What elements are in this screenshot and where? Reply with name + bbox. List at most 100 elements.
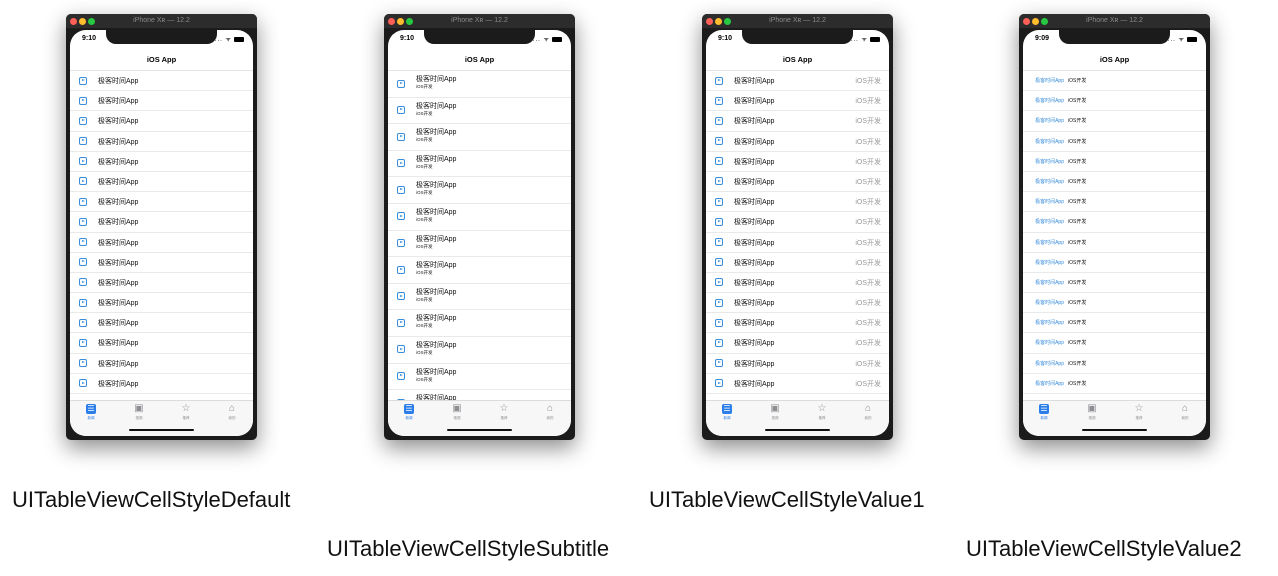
tab-mine[interactable]: ⌂ 我的	[217, 404, 247, 421]
table-row[interactable]: 极客时间App	[70, 152, 253, 172]
table-row[interactable]: 极客时间App iOS开发	[388, 98, 571, 125]
table-row[interactable]: 极客时间App iOS开发	[388, 337, 571, 364]
table-row[interactable]: 极客时间App iOS开发	[388, 177, 571, 204]
table-row[interactable]: 极客时间App iOS开发	[706, 152, 889, 172]
table-view[interactable]: 极客时间App iOS开发 极客时间App iOS开发 极客时间App iOS开…	[1023, 71, 1206, 401]
table-row[interactable]: 极客时间App iOS开发	[1023, 91, 1206, 112]
table-row[interactable]: 极客时间App	[70, 212, 253, 233]
table-row[interactable]: 极客时间App	[70, 132, 253, 152]
tab-news[interactable]: ☰ 新闻	[76, 404, 106, 421]
home-indicator[interactable]	[447, 428, 512, 431]
table-row[interactable]: 极客时间App iOS开发	[1023, 333, 1206, 354]
table-view[interactable]: 极客时间App iOS开发 极客时间App iOS开发 极客时间App iOS开…	[706, 71, 889, 401]
table-row[interactable]: 极客时间App iOS开发	[388, 364, 571, 391]
table-row[interactable]: 极客时间App iOS开发	[388, 204, 571, 231]
table-view[interactable]: 极客时间App iOS开发 极客时间App iOS开发 极客时间App iOS开…	[388, 71, 571, 401]
table-row[interactable]: 极客时间App iOS开发	[1023, 111, 1206, 132]
table-row[interactable]: 极客时间App iOS开发	[706, 132, 889, 152]
simulator-title-bar[interactable]: iPhone Xʀ — 12.2	[66, 14, 257, 28]
table-row[interactable]: 极客时间App	[70, 273, 253, 294]
tab-video[interactable]: ▣ 视频	[124, 404, 154, 421]
tab-video[interactable]: ▣ 视频	[760, 404, 790, 421]
tab-recommend[interactable]: ☆ 推荐	[807, 404, 837, 421]
caption-value2: UITableViewCellStyleValue2	[966, 536, 1242, 561]
notch	[424, 30, 535, 44]
table-row[interactable]: 极客时间App iOS开发	[706, 192, 889, 213]
table-row[interactable]: 极客时间App iOS开发	[706, 91, 889, 112]
table-row[interactable]: 极客时间App iOS开发	[1023, 132, 1206, 152]
cell-title: 极客时间App	[98, 239, 139, 247]
tab-mine[interactable]: ⌂ 我的	[1170, 404, 1200, 421]
table-row[interactable]: 极客时间App	[70, 71, 253, 92]
table-row[interactable]: 极客时间App iOS开发	[388, 71, 571, 98]
table-row[interactable]: 极客时间App iOS开发	[1023, 172, 1206, 193]
nav-title: iOS App	[70, 52, 253, 71]
table-row[interactable]: 极客时间App iOS开发	[388, 151, 571, 178]
caption-default: UITableViewCellStyleDefault	[12, 487, 291, 512]
table-row[interactable]: 极客时间App	[70, 233, 253, 253]
tab-video[interactable]: ▣ 视频	[442, 404, 472, 421]
table-row[interactable]: 极客时间App iOS开发	[1023, 253, 1206, 273]
video-icon	[79, 197, 87, 206]
tab-recommend[interactable]: ☆ 推荐	[1124, 404, 1154, 421]
table-row[interactable]: 极客时间App	[70, 192, 253, 213]
table-row[interactable]: 极客时间App iOS开发	[706, 71, 889, 92]
table-row[interactable]: 极客时间App iOS开发	[706, 333, 889, 354]
cell-title: 极客时间App	[98, 199, 139, 207]
table-row[interactable]: 极客时间App iOS开发	[388, 231, 571, 258]
table-row[interactable]: 极客时间App iOS开发	[706, 233, 889, 253]
home-indicator[interactable]	[1082, 428, 1147, 431]
home-indicator[interactable]	[129, 428, 194, 431]
table-row[interactable]: 极客时间App iOS开发	[706, 374, 889, 394]
tab-news[interactable]: ☰ 新闻	[394, 404, 424, 421]
table-row[interactable]: 极客时间App iOS开发	[706, 313, 889, 334]
tab-recommend[interactable]: ☆ 推荐	[489, 404, 519, 421]
table-row[interactable]: 极客时间App iOS开发	[1023, 313, 1206, 334]
table-row[interactable]: 极客时间App iOS开发	[1023, 71, 1206, 92]
table-row[interactable]: 极客时间App iOS开发	[1023, 192, 1206, 213]
tab-bar: ☰ 新闻 ▣ 视频 ☆ 推荐 ⌂ 我的	[388, 400, 571, 436]
simulator-title-bar[interactable]: iPhone Xʀ — 12.2	[384, 14, 575, 28]
tab-mine[interactable]: ⌂ 我的	[535, 404, 565, 421]
table-row[interactable]: 极客时间App iOS开发	[1023, 212, 1206, 233]
table-row[interactable]: 极客时间App	[70, 91, 253, 112]
table-row[interactable]: 极客时间App iOS开发	[706, 354, 889, 374]
tab-mine[interactable]: ⌂ 我的	[853, 404, 883, 421]
table-row[interactable]: 极客时间App	[70, 111, 253, 132]
cell-title: 极客时间App	[734, 360, 775, 368]
table-row[interactable]: 极客时间App	[70, 354, 253, 374]
table-row[interactable]: 极客时间App iOS开发	[706, 273, 889, 294]
table-row[interactable]: 极客时间App iOS开发	[706, 253, 889, 273]
battery-icon	[552, 36, 562, 42]
signal-wifi-battery-icon: ... ᯤ	[533, 35, 562, 43]
tab-news[interactable]: ☰ 新闻	[712, 404, 742, 421]
tab-video[interactable]: ▣ 视频	[1077, 404, 1107, 421]
table-row[interactable]: 极客时间App iOS开发	[706, 212, 889, 233]
table-row[interactable]: 极客时间App	[70, 374, 253, 394]
table-row[interactable]: 极客时间App iOS开发	[388, 124, 571, 151]
simulator-title-bar[interactable]: iPhone Xʀ — 12.2	[702, 14, 893, 28]
table-row[interactable]: 极客时间App iOS开发	[388, 284, 571, 311]
table-row[interactable]: 极客时间App iOS开发	[388, 310, 571, 337]
table-row[interactable]: 极客时间App iOS开发	[1023, 152, 1206, 172]
table-row[interactable]: 极客时间App iOS开发	[1023, 233, 1206, 253]
table-row[interactable]: 极客时间App	[70, 172, 253, 193]
tab-news[interactable]: ☰ 新闻	[1029, 404, 1059, 421]
table-row[interactable]: 极客时间App iOS开发	[1023, 374, 1206, 394]
table-row[interactable]: 极客时间App iOS开发	[706, 111, 889, 132]
tab-label: 新闻	[87, 416, 95, 420]
simulator-title-bar[interactable]: iPhone Xʀ — 12.2	[1019, 14, 1210, 28]
table-row[interactable]: 极客时间App iOS开发	[388, 257, 571, 284]
table-row[interactable]: 极客时间App	[70, 313, 253, 334]
table-row[interactable]: 极客时间App iOS开发	[1023, 293, 1206, 314]
table-row[interactable]: 极客时间App iOS开发	[1023, 273, 1206, 294]
home-indicator[interactable]	[765, 428, 830, 431]
table-view[interactable]: 极客时间App 极客时间App 极客时间App 极客时间App 极客时间App …	[70, 71, 253, 401]
table-row[interactable]: 极客时间App iOS开发	[1023, 354, 1206, 374]
tab-recommend[interactable]: ☆ 推荐	[171, 404, 201, 421]
table-row[interactable]: 极客时间App iOS开发	[706, 293, 889, 314]
table-row[interactable]: 极客时间App	[70, 253, 253, 273]
table-row[interactable]: 极客时间App	[70, 293, 253, 314]
table-row[interactable]: 极客时间App iOS开发	[706, 172, 889, 193]
table-row[interactable]: 极客时间App	[70, 333, 253, 354]
